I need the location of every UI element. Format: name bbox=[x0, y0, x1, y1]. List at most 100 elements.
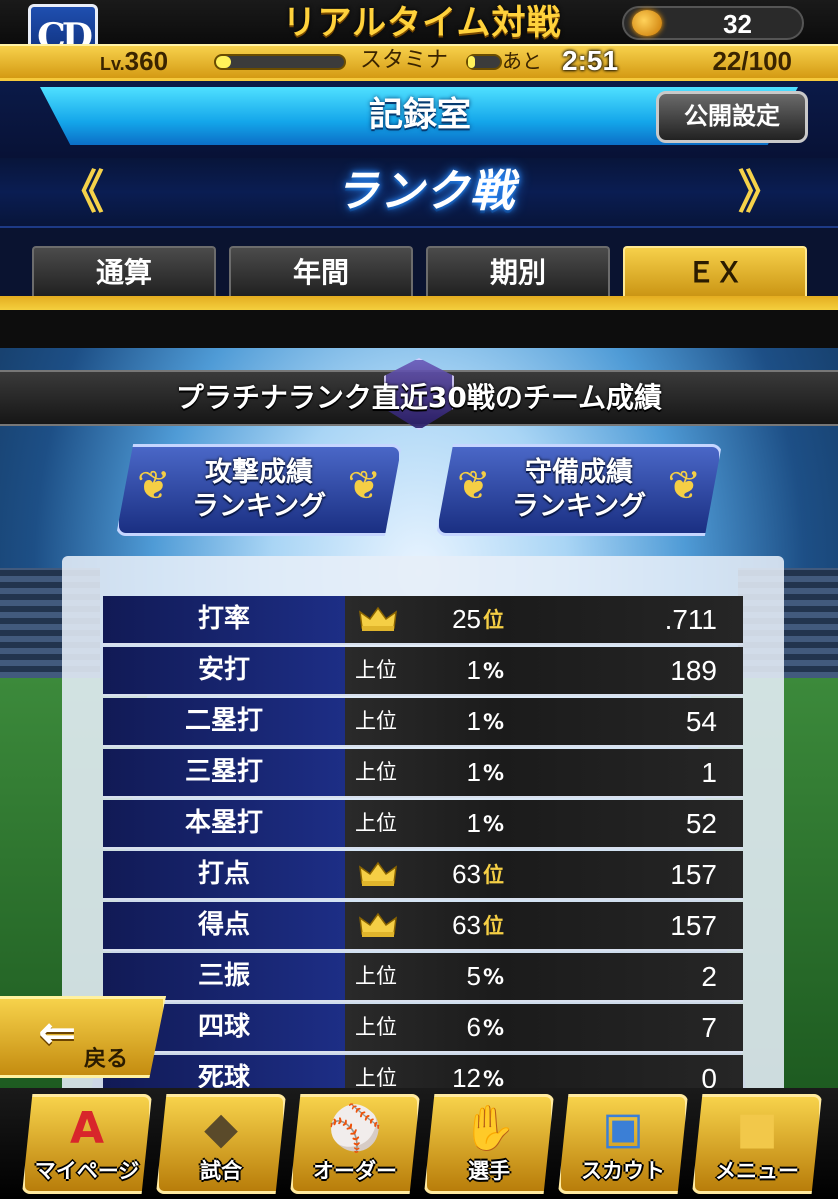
stat-value: 2 bbox=[701, 961, 717, 992]
tab-period[interactable]: 期別 bbox=[426, 246, 610, 298]
rank-prefix: 上位 bbox=[355, 1015, 397, 1039]
stat-value: 157 bbox=[670, 859, 717, 890]
nav-mypage-icon: A bbox=[69, 1103, 105, 1154]
rank-unit: 位 bbox=[483, 863, 504, 887]
attack-ranking-line1: 攻撃成績 bbox=[205, 457, 313, 488]
tab-underline bbox=[0, 296, 838, 310]
stat-value: 189 bbox=[670, 655, 717, 686]
nav-order-button[interactable]: ⚾ オーダー bbox=[290, 1094, 420, 1194]
stat-row: 二塁打 上位 1 % 54 bbox=[103, 698, 743, 747]
rank-unit: % bbox=[483, 659, 505, 683]
stat-rank-cell: 63 位 157 bbox=[345, 851, 743, 900]
nav-match-button[interactable]: ◆ 試合 bbox=[156, 1094, 286, 1194]
rank-number: 1 bbox=[466, 655, 481, 685]
stat-rank-cell: 上位 1 % 52 bbox=[345, 800, 743, 849]
stat-label: 打点 bbox=[103, 851, 345, 900]
stat-value: 157 bbox=[670, 910, 717, 941]
coin-count: 32 bbox=[723, 9, 752, 39]
tab-ex[interactable]: ＥＸ bbox=[623, 246, 807, 298]
stat-value: 54 bbox=[685, 706, 717, 737]
exp-fill bbox=[216, 56, 232, 68]
crown-icon bbox=[359, 861, 397, 886]
laurel-left-icon: ❦ bbox=[457, 463, 491, 509]
stat-value: 1 bbox=[701, 757, 717, 788]
defense-ranking-line2: ランキング bbox=[511, 491, 647, 522]
next-mode-chevron-icon[interactable]: 》 bbox=[726, 162, 786, 222]
rank-unit: 位 bbox=[483, 914, 504, 938]
stat-rank-cell: 上位 5 % 2 bbox=[345, 953, 743, 1002]
public-settings-button[interactable]: 公開設定 bbox=[656, 91, 808, 143]
bottom-nav: A マイページ ◆ 試合 ⚾ オーダー ✋ 選手 ▣ スカウト ■ メニュー bbox=[0, 1088, 838, 1199]
crown-icon bbox=[359, 606, 397, 631]
stat-label: 三振 bbox=[103, 953, 345, 1002]
stat-label: 二塁打 bbox=[103, 698, 345, 747]
coin-panel[interactable]: 32 bbox=[622, 6, 804, 40]
rank-battle-logo: ランク戦 bbox=[335, 166, 515, 217]
stat-value: 7 bbox=[701, 1012, 717, 1043]
stat-label: 打率 bbox=[103, 596, 345, 645]
tab-total[interactable]: 通算 bbox=[32, 246, 216, 298]
rank-number: 5 bbox=[466, 961, 481, 991]
laurel-right-icon: ❦ bbox=[667, 463, 701, 509]
exp-bar bbox=[214, 54, 346, 70]
rank-number: 63 bbox=[452, 910, 481, 940]
level-value: 360 bbox=[124, 46, 169, 76]
rank-prefix: 上位 bbox=[355, 811, 397, 835]
stat-rank-cell: 上位 1 % 189 bbox=[345, 647, 743, 696]
nav-scout-icon: ▣ bbox=[602, 1103, 644, 1154]
status-row: Lv.360 スタミナ あと 2:51 22/100 bbox=[0, 44, 838, 78]
stamina-fill bbox=[468, 56, 476, 68]
stat-rank-cell: 上位 1 % 1 bbox=[345, 749, 743, 798]
stat-row: 打点 63 位 157 bbox=[103, 851, 743, 900]
nav-label: 選手 bbox=[468, 1159, 510, 1183]
rank-unit: % bbox=[483, 812, 505, 836]
nav-label: メニュー bbox=[715, 1159, 799, 1183]
nav-mypage-button[interactable]: A マイページ bbox=[22, 1094, 152, 1194]
tab-yearly[interactable]: 年間 bbox=[229, 246, 413, 298]
stat-row: 打率 25 位 .711 bbox=[103, 596, 743, 645]
rank-prefix: 上位 bbox=[355, 709, 397, 733]
nav-players-button[interactable]: ✋ 選手 bbox=[424, 1094, 554, 1194]
stamina-bar bbox=[466, 54, 502, 70]
stat-row: 三振 上位 5 % 2 bbox=[103, 953, 743, 1002]
rank-prefix: 上位 bbox=[355, 760, 397, 784]
back-button[interactable]: ⇐ 戻る bbox=[0, 996, 166, 1078]
stat-row: 安打 上位 1 % 189 bbox=[103, 647, 743, 696]
rank-number: 1 bbox=[466, 757, 481, 787]
screen-title: 記録室 bbox=[369, 95, 471, 135]
nav-scout-button[interactable]: ▣ スカウト bbox=[558, 1094, 688, 1194]
nav-match-icon: ◆ bbox=[204, 1103, 238, 1154]
stamina-value: 22/100 bbox=[712, 46, 792, 76]
prev-mode-chevron-icon[interactable]: 《 bbox=[46, 162, 106, 222]
back-arrow-icon: ⇐ bbox=[38, 1005, 77, 1059]
nav-menu-icon: ■ bbox=[736, 1103, 778, 1154]
laurel-left-icon: ❦ bbox=[137, 463, 171, 509]
stat-value: .711 bbox=[664, 604, 717, 635]
rank-unit: % bbox=[483, 965, 505, 989]
screen-header: 記録室 公開設定 bbox=[0, 78, 838, 158]
stat-label: 安打 bbox=[103, 647, 345, 696]
attack-ranking-line2: ランキング bbox=[191, 491, 327, 522]
divider bbox=[0, 310, 838, 348]
nav-label: マイページ bbox=[34, 1159, 140, 1183]
stat-row: 三塁打 上位 1 % 1 bbox=[103, 749, 743, 798]
stat-label: 三塁打 bbox=[103, 749, 345, 798]
stat-rank-cell: 25 位 .711 bbox=[345, 596, 743, 645]
rank-number: 6 bbox=[466, 1012, 481, 1042]
laurel-right-icon: ❦ bbox=[347, 463, 381, 509]
rank-number: 63 bbox=[452, 859, 481, 889]
nav-order-icon: ⚾ bbox=[327, 1103, 383, 1154]
mode-selector: 《 ランク戦 》 bbox=[0, 158, 838, 228]
stat-row: 四球 上位 6 % 7 bbox=[103, 1004, 743, 1053]
nav-label: 試合 bbox=[200, 1159, 242, 1183]
rank-unit: % bbox=[483, 1016, 505, 1040]
stat-rank-cell: 上位 6 % 7 bbox=[345, 1004, 743, 1053]
defense-ranking-button[interactable]: ❦ 守備成績 ランキング ❦ bbox=[436, 444, 722, 536]
rank-prefix: 上位 bbox=[355, 964, 397, 988]
mode-title: リアルタイム対戦 bbox=[282, 3, 562, 43]
rank-unit: % bbox=[483, 710, 505, 734]
attack-ranking-button[interactable]: ❦ 攻撃成績 ランキング ❦ bbox=[116, 444, 402, 536]
rank-number: 25 bbox=[452, 604, 481, 634]
rank-prefix: 上位 bbox=[355, 658, 397, 682]
nav-menu-button[interactable]: ■ メニュー bbox=[692, 1094, 822, 1194]
